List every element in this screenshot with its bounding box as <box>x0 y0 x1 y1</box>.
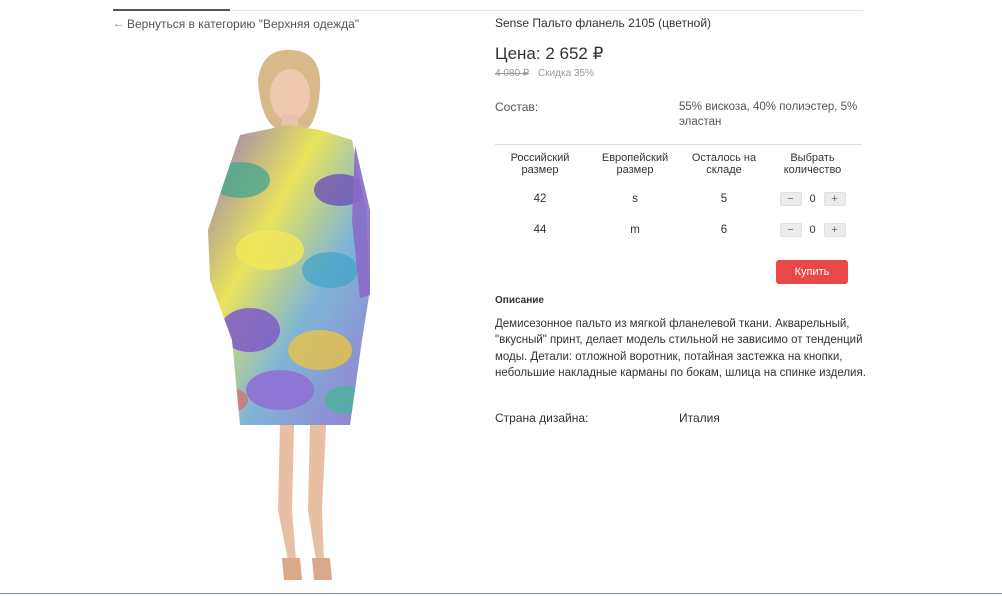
quantity-stepper: − 0 + <box>763 222 862 237</box>
header-quantity: Выбрать количество <box>783 152 842 176</box>
quantity-stepper: − 0 + <box>763 191 862 206</box>
header-eu-size: Европейский размер <box>601 152 669 176</box>
country-label: Страна дизайна: <box>495 411 589 425</box>
composition-label: Состав: <box>495 100 539 114</box>
back-to-category-link[interactable]: ← Вернуться в категорию "Верхняя одежда" <box>113 17 359 31</box>
bottom-divider <box>0 593 1002 594</box>
decrease-button[interactable]: − <box>779 222 802 237</box>
ru-size-cell: 44 <box>533 223 547 236</box>
increase-button[interactable]: + <box>823 191 846 206</box>
product-price: Цена: 2 652 ₽ <box>495 44 604 63</box>
arrow-left-icon: ← <box>113 18 124 30</box>
size-table: Российский размер Европейский размер Ост… <box>495 144 862 245</box>
old-price-row: 4 080 ₽ Скидка 35% <box>495 68 594 79</box>
buy-button[interactable]: Купить <box>776 260 848 284</box>
quantity-value[interactable]: 0 <box>808 224 818 236</box>
table-row: 44 m 6 − 0 + <box>495 214 862 245</box>
product-title: Sense Пальто фланель 2105 (цветной) <box>495 16 712 30</box>
product-photo[interactable] <box>170 40 420 592</box>
increase-button[interactable]: + <box>823 222 846 237</box>
stock-cell: 5 <box>720 192 728 205</box>
old-price: 4 080 ₽ <box>495 68 530 79</box>
header-ru-size: Российский размер <box>510 152 570 176</box>
eu-size-cell: s <box>632 192 638 205</box>
discount-label: Скидка 35% <box>537 68 594 79</box>
country-value: Италия <box>679 411 720 425</box>
composition-value: 55% вискоза, 40% полиэстер, 5% эластан <box>679 101 858 128</box>
size-table-header: Российский размер Европейский размер Ост… <box>495 145 862 183</box>
stock-cell: 6 <box>720 223 728 236</box>
tab-active-indicator <box>113 9 230 11</box>
table-row: 42 s 5 − 0 + <box>495 183 862 214</box>
description-text: Демисезонное пальто из мягкой фланелевой… <box>495 318 866 379</box>
header-stock: Осталось на складе <box>691 152 757 176</box>
description-title: Описание <box>495 295 544 306</box>
eu-size-cell: m <box>630 223 640 236</box>
decrease-button[interactable]: − <box>779 191 802 206</box>
ru-size-cell: 42 <box>533 192 547 205</box>
quantity-value[interactable]: 0 <box>808 193 818 205</box>
back-link-label: Вернуться в категорию "Верхняя одежда" <box>127 17 360 31</box>
